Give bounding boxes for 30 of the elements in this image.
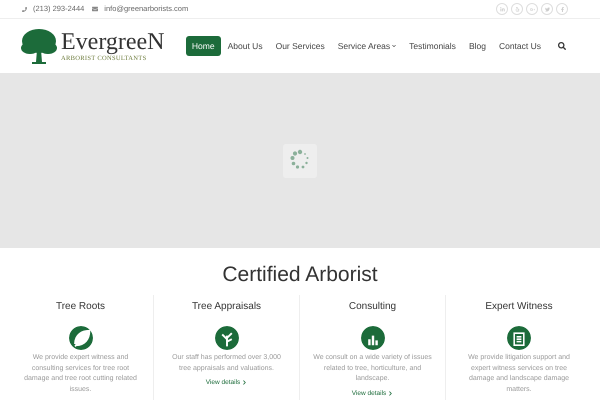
- loading-spinner-icon: [283, 144, 317, 178]
- sapling-icon: [214, 326, 238, 350]
- nav-link[interactable]: Home: [186, 36, 221, 56]
- search-icon[interactable]: [558, 42, 566, 50]
- clipboard-icon: [507, 326, 531, 350]
- section-heading: Certified Arborist: [221, 264, 379, 285]
- tree-logo-icon: [20, 28, 58, 64]
- facebook-icon[interactable]: [556, 3, 568, 15]
- google-plus-icon[interactable]: [526, 3, 538, 15]
- service-title: Tree Roots: [56, 300, 106, 314]
- twitter-icon[interactable]: [541, 3, 553, 15]
- logo-title: EvergreeN: [61, 30, 164, 54]
- email-icon: [92, 6, 98, 12]
- service-title: Consulting: [348, 300, 396, 314]
- nav-link[interactable]: Blog: [462, 36, 492, 56]
- nav-link[interactable]: Testimonials: [403, 36, 462, 56]
- chevron-right-icon: [388, 390, 394, 396]
- service-title: Tree Appraisals: [192, 300, 262, 314]
- yelp-icon[interactable]: [511, 3, 523, 15]
- chevron-right-icon: [242, 380, 248, 386]
- phone-icon: [22, 6, 27, 12]
- nav-link[interactable]: Contact Us: [492, 36, 547, 56]
- linkedin-icon[interactable]: [496, 3, 508, 15]
- nav-link[interactable]: Our Services: [270, 36, 331, 56]
- bar-chart-icon: [360, 326, 384, 350]
- service-title: Expert Witness: [485, 300, 553, 314]
- caret-icon: [392, 44, 396, 48]
- nav-link[interactable]: About Us: [222, 36, 269, 56]
- leaf-icon: [68, 326, 92, 350]
- nav-link[interactable]: Service Areas: [332, 36, 402, 56]
